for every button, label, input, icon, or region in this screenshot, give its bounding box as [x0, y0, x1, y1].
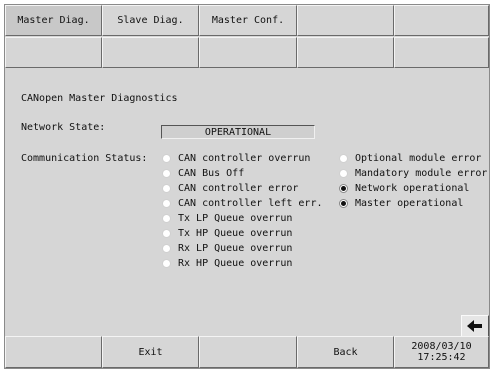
tab-slave-diag[interactable]: Slave Diag.: [102, 5, 199, 36]
status-label: Tx HP Queue overrun: [178, 227, 293, 239]
status-optional-module-error: Optional module error: [339, 152, 481, 164]
sub-tab-4[interactable]: [297, 37, 394, 68]
status-indicator-icon: [162, 183, 171, 193]
status-indicator-icon: [162, 228, 171, 238]
network-state-value: OPERATIONAL: [161, 125, 315, 139]
status-can-controller-left-err: CAN controller left err.: [162, 197, 323, 209]
status-indicator-icon: [339, 153, 348, 163]
status-indicator-icon: [339, 198, 348, 208]
bottom-button-1[interactable]: [5, 336, 102, 368]
status-tx-lp-queue-overrun: Tx LP Queue overrun: [162, 212, 292, 224]
status-indicator-icon: [162, 213, 171, 223]
sub-tab-bar: [5, 37, 489, 68]
status-label: CAN Bus Off: [178, 167, 245, 179]
status-mandatory-module-error: Mandatory module error: [339, 167, 487, 179]
tab-master-conf[interactable]: Master Conf.: [199, 5, 297, 36]
hmi-panel: Master Diag. Slave Diag. Master Conf. CA…: [4, 4, 490, 369]
status-indicator-icon: [162, 198, 171, 208]
status-label: Tx LP Queue overrun: [178, 212, 293, 224]
left-arrow-icon: [467, 320, 482, 332]
status-label: Rx LP Queue overrun: [178, 242, 293, 254]
back-label: Back: [333, 346, 358, 358]
bottom-button-3[interactable]: [199, 336, 297, 368]
network-state-label: Network State:: [21, 122, 106, 133]
status-label: Master operational: [355, 197, 464, 209]
status-label: Rx HP Queue overrun: [178, 257, 293, 269]
tab-empty-4[interactable]: [297, 5, 394, 36]
status-master-operational: Master operational: [339, 197, 463, 209]
tab-empty-5[interactable]: [394, 5, 489, 36]
communication-status-label: Communication Status:: [21, 153, 148, 164]
status-label: Mandatory module error: [355, 167, 488, 179]
tab-label: Master Conf.: [211, 15, 285, 26]
datetime-display: 2008/03/10 17:25:42: [394, 336, 489, 368]
bottom-bar: Exit Back 2008/03/10 17:25:42: [5, 336, 489, 368]
sub-tab-2[interactable]: [102, 37, 199, 68]
exit-label: Exit: [138, 346, 163, 358]
status-indicator-icon: [162, 168, 171, 178]
sub-tab-5[interactable]: [394, 37, 489, 68]
status-indicator-icon: [339, 168, 348, 178]
status-network-operational: Network operational: [339, 182, 469, 194]
status-label: CAN controller error: [178, 182, 299, 194]
exit-button[interactable]: Exit: [102, 336, 199, 368]
sub-tab-3[interactable]: [199, 37, 297, 68]
status-tx-hp-queue-overrun: Tx HP Queue overrun: [162, 227, 292, 239]
sub-tab-1[interactable]: [5, 37, 102, 68]
status-can-controller-overrun: CAN controller overrun: [162, 152, 310, 164]
status-label: CAN controller overrun: [178, 152, 311, 164]
tab-label: Slave Diag.: [117, 15, 184, 26]
status-indicator-icon: [162, 243, 171, 253]
status-indicator-icon: [162, 258, 171, 268]
status-can-bus-off: CAN Bus Off: [162, 167, 244, 179]
back-button[interactable]: Back: [297, 336, 394, 368]
time-text: 17:25:42: [417, 352, 466, 363]
status-indicator-icon: [162, 153, 171, 163]
status-label: CAN controller left err.: [178, 197, 323, 209]
tab-master-diag[interactable]: Master Diag.: [5, 5, 102, 36]
status-label: Network operational: [355, 182, 470, 194]
status-label: Optional module error: [355, 152, 482, 164]
status-indicator-icon: [339, 183, 348, 193]
status-rx-lp-queue-overrun: Rx LP Queue overrun: [162, 242, 292, 254]
page-title: CANopen Master Diagnostics: [21, 93, 178, 104]
tab-bar: Master Diag. Slave Diag. Master Conf.: [5, 5, 489, 36]
status-can-controller-error: CAN controller error: [162, 182, 298, 194]
date-text: 2008/03/10: [411, 341, 472, 352]
network-state-text: OPERATIONAL: [204, 126, 272, 138]
tab-label: Master Diag.: [17, 15, 90, 26]
back-arrow-button[interactable]: [461, 315, 489, 337]
status-rx-hp-queue-overrun: Rx HP Queue overrun: [162, 257, 292, 269]
